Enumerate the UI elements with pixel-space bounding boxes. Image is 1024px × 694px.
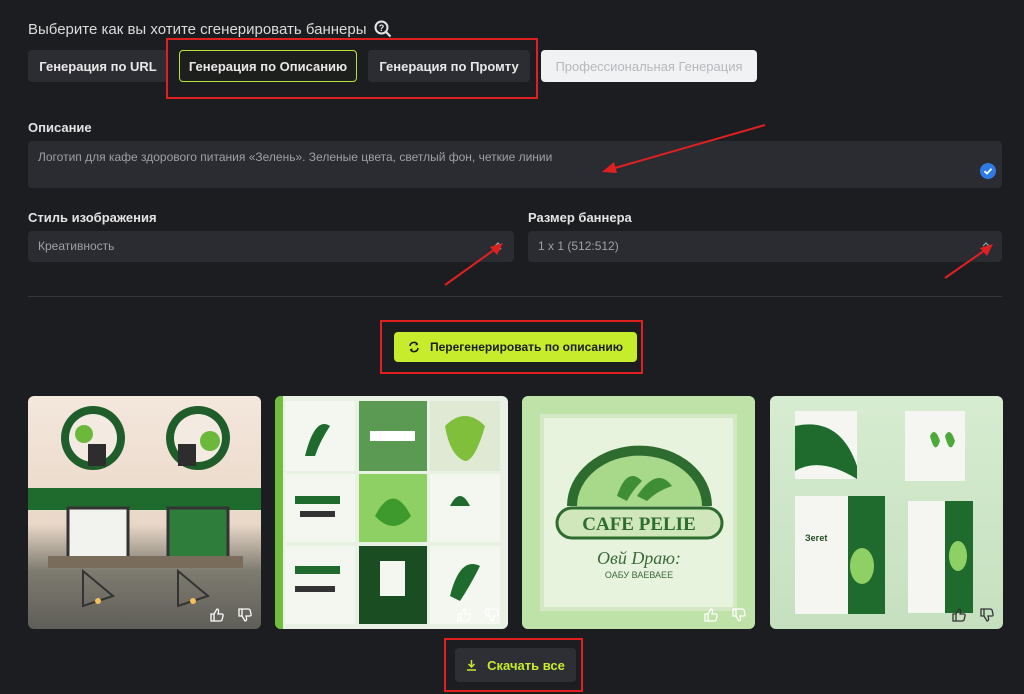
annotation-arrows [444, 124, 993, 286]
